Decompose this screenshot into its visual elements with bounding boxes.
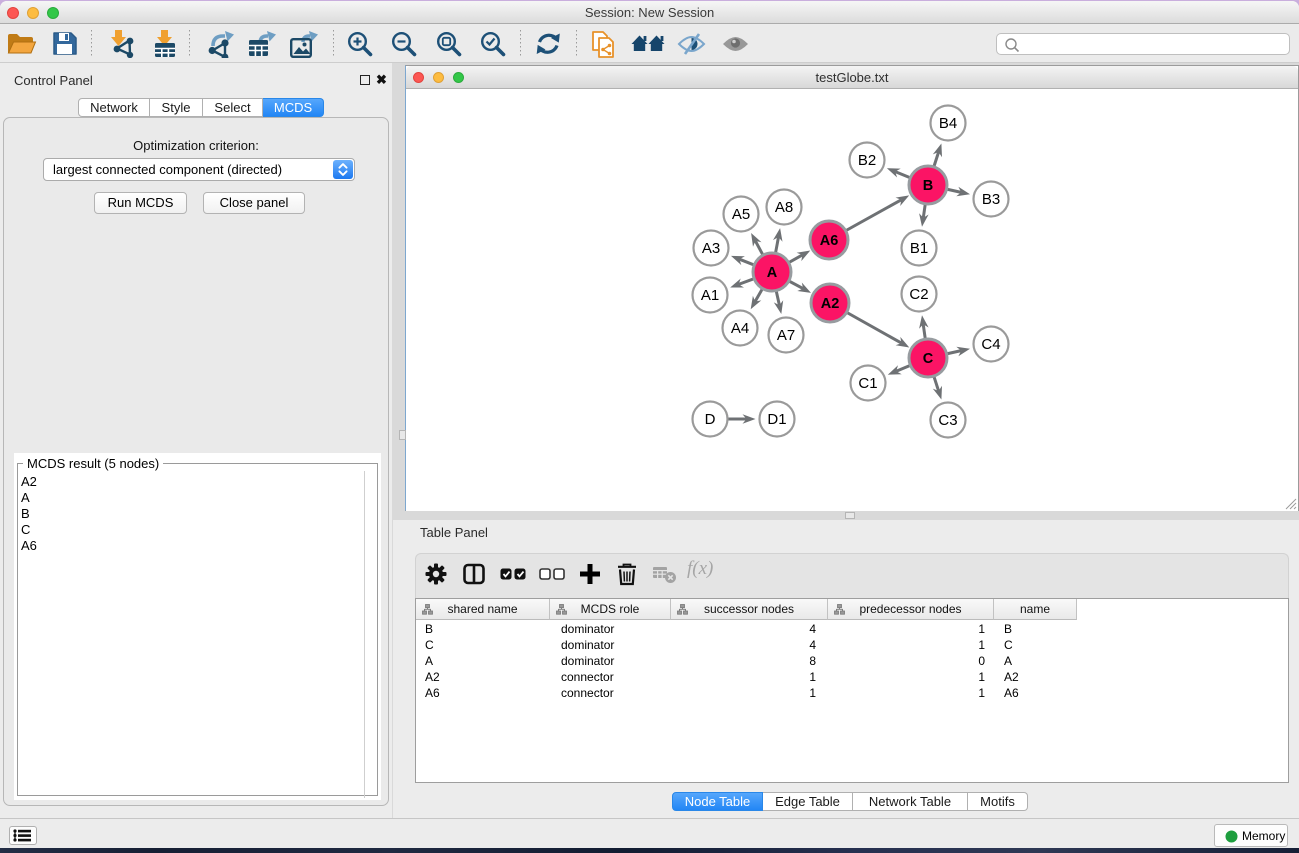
svg-text:A5: A5 — [732, 206, 750, 223]
svg-text:D1: D1 — [767, 411, 786, 428]
svg-text:C2: C2 — [909, 286, 928, 303]
svg-text:B3: B3 — [982, 191, 1000, 208]
svg-text:A1: A1 — [701, 287, 719, 304]
svg-text:C1: C1 — [858, 375, 877, 392]
svg-text:A7: A7 — [777, 327, 795, 344]
svg-text:A2: A2 — [821, 296, 840, 312]
svg-text:B2: B2 — [858, 152, 876, 169]
svg-text:D: D — [705, 411, 716, 428]
svg-text:A8: A8 — [775, 199, 793, 216]
svg-text:A6: A6 — [820, 233, 839, 249]
svg-text:B: B — [923, 178, 933, 194]
svg-text:B1: B1 — [910, 240, 928, 257]
svg-text:C: C — [923, 351, 934, 367]
svg-text:A3: A3 — [702, 240, 720, 257]
svg-text:C4: C4 — [981, 336, 1000, 353]
svg-text:C3: C3 — [938, 412, 957, 429]
svg-text:A: A — [767, 265, 778, 281]
svg-text:B4: B4 — [939, 115, 957, 132]
svg-text:A4: A4 — [731, 320, 749, 337]
